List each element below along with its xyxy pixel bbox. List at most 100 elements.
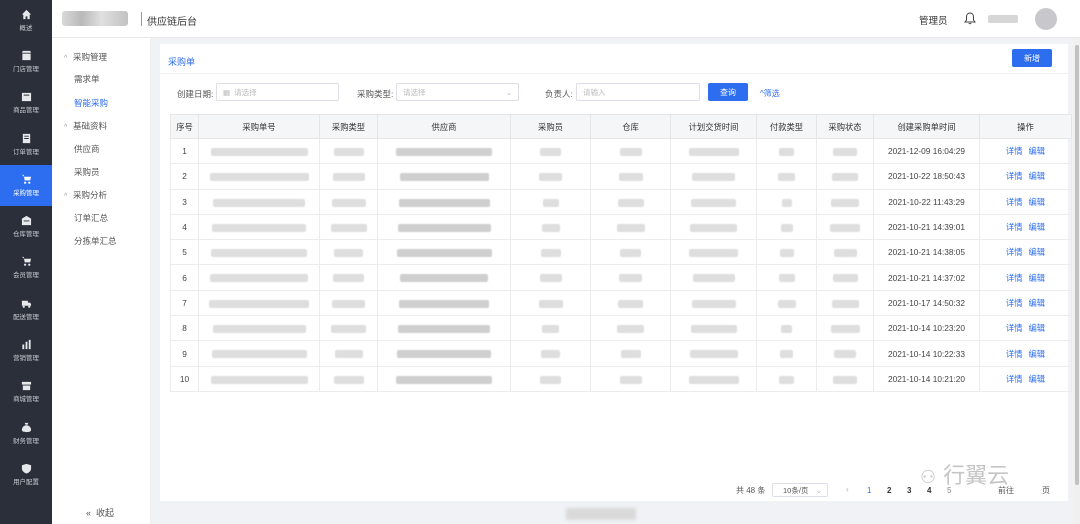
nav-item-6[interactable]: 会员管理 (0, 248, 52, 289)
redacted-cell (377, 289, 511, 317)
table-row[interactable]: 4 2021-10-21 14:39:01 详情 编辑 (170, 213, 1072, 241)
nav-item-4[interactable]: 采购管理 (0, 165, 52, 207)
nav-item-5[interactable]: 仓库管理 (0, 206, 52, 247)
redacted-cell (510, 213, 591, 241)
redacted-text (209, 299, 309, 308)
column-header: 创建采购单时间 (873, 114, 980, 139)
row-actions: 详情 编辑 (979, 239, 1072, 266)
nav-item-0[interactable]: 概述 (0, 0, 52, 41)
page-size-select[interactable]: 10条/页 ⌄ (772, 483, 828, 497)
submenu-item-order-summary[interactable]: 订单汇总 (74, 212, 108, 224)
scrollbar-thumb[interactable] (1075, 45, 1079, 485)
avatar[interactable] (1035, 8, 1057, 30)
redacted-cell (756, 264, 817, 291)
nav-item-7[interactable]: 配送管理 (0, 289, 52, 330)
row-actions: 详情 编辑 (979, 315, 1072, 342)
submenu-item-sorting-summary[interactable]: 分拣单汇总 (74, 235, 117, 247)
type-placeholder: 请选择 (403, 87, 426, 97)
nav-item-11[interactable]: 用户配置 (0, 454, 52, 495)
date-picker[interactable]: ▦ 请选择 (216, 83, 339, 101)
edit-link[interactable]: 编辑 (1029, 197, 1046, 207)
redacted-text (540, 249, 561, 258)
submenu-item-smart-purchase[interactable]: 智能采购 (74, 97, 108, 109)
detail-link[interactable]: 详情 (1006, 222, 1023, 232)
submenu-item-supplier[interactable]: 供应商 (74, 143, 100, 155)
purchase-order-card: 采购单 新增 创建日期: ▦ 请选择 采购类型: 请选择 ⌄ 负责人: 请输入 … (160, 44, 1072, 501)
redacted-text (689, 350, 738, 359)
submenu-item-demand[interactable]: 需求单 (74, 73, 100, 85)
redacted-text (211, 249, 307, 258)
redacted-text (539, 173, 562, 182)
column-header: 仓库 (590, 114, 671, 139)
truck-icon (21, 298, 32, 309)
redacted-cell (510, 239, 591, 266)
edit-link[interactable]: 编辑 (1029, 247, 1046, 257)
detail-link[interactable]: 详情 (1006, 247, 1023, 257)
username[interactable] (988, 15, 1018, 23)
edit-link[interactable]: 编辑 (1029, 171, 1046, 181)
page-3[interactable]: 3 (907, 486, 911, 495)
submenu-item-buyer[interactable]: 采购员 (74, 166, 100, 178)
redacted-cell (377, 315, 511, 342)
detail-link[interactable]: 详情 (1006, 171, 1023, 181)
edit-link[interactable]: 编辑 (1029, 222, 1046, 232)
edit-link[interactable]: 编辑 (1029, 273, 1046, 283)
table-row[interactable]: 2 2021-10-22 18:50:43 详情 编辑 (170, 163, 1072, 190)
detail-link[interactable]: 详情 (1006, 146, 1023, 156)
add-button[interactable]: 新增 (1012, 49, 1052, 67)
submenu-group-basic[interactable]: ^ 基础资料 (64, 120, 107, 132)
row-actions: 详情 编辑 (979, 365, 1072, 392)
row-actions: 详情 编辑 (979, 188, 1072, 215)
edit-link[interactable]: 编辑 (1029, 298, 1046, 308)
redacted-cell (670, 264, 757, 291)
edit-link[interactable]: 编辑 (1029, 374, 1046, 384)
nav-item-3[interactable]: 订单管理 (0, 124, 52, 165)
detail-link[interactable]: 详情 (1006, 298, 1023, 308)
detail-link[interactable]: 详情 (1006, 323, 1023, 333)
nav-item-label: 配送管理 (13, 313, 39, 321)
table-row[interactable]: 3 2021-10-22 11:43:29 详情 编辑 (170, 188, 1072, 215)
page-1[interactable]: 1 (867, 486, 871, 495)
submenu-group-analysis[interactable]: ^ 采购分析 (64, 189, 107, 201)
table-row[interactable]: 8 2021-10-14 10:23:20 详情 编辑 (170, 315, 1072, 342)
table-row[interactable]: 7 2021-10-17 14:50:32 详情 编辑 (170, 289, 1072, 317)
nav-item-8[interactable]: 营销管理 (0, 330, 52, 371)
footer-blur (566, 508, 636, 520)
table-row[interactable]: 6 2021-10-21 14:37:02 详情 编辑 (170, 264, 1072, 291)
owner-input[interactable]: 请输入 (576, 83, 700, 101)
table-row[interactable]: 10 2021-10-14 10:21:20 详情 编辑 (170, 365, 1072, 392)
query-button[interactable]: 查询 (708, 83, 748, 101)
redacted-cell (319, 163, 378, 190)
edit-link[interactable]: 编辑 (1029, 323, 1046, 333)
bell-icon[interactable] (964, 12, 976, 25)
row-number: 7 (170, 289, 199, 317)
redacted-cell (377, 188, 511, 215)
table-row[interactable]: 5 2021-10-21 14:38:05 详情 编辑 (170, 239, 1072, 266)
warehouse-icon (21, 215, 32, 226)
created-time: 2021-10-14 10:22:33 (873, 340, 980, 367)
detail-link[interactable]: 详情 (1006, 273, 1023, 283)
detail-link[interactable]: 详情 (1006, 374, 1023, 384)
nav-item-10[interactable]: 财务管理 (0, 413, 52, 454)
nav-item-9[interactable]: 商城管理 (0, 372, 52, 413)
admin-label[interactable]: 管理员 (919, 13, 948, 27)
collapse-button[interactable]: « 收起 (86, 506, 114, 519)
detail-link[interactable]: 详情 (1006, 349, 1023, 359)
table-row[interactable]: 1 2021-12-09 16:04:29 详情 编辑 (170, 137, 1072, 165)
edit-link[interactable]: 编辑 (1029, 349, 1046, 359)
edit-link[interactable]: 编辑 (1029, 146, 1046, 156)
prev-page-button[interactable]: ‹ (846, 485, 849, 494)
submenu-group-purchase[interactable]: ^ 采购管理 (64, 51, 107, 63)
page-2[interactable]: 2 (887, 486, 891, 495)
table-row[interactable]: 9 2021-10-14 10:22:33 详情 编辑 (170, 340, 1072, 367)
filter-toggle[interactable]: ^筛选 (760, 88, 780, 99)
created-time: 2021-10-14 10:21:20 (873, 365, 980, 392)
redacted-cell (377, 264, 511, 291)
detail-link[interactable]: 详情 (1006, 197, 1023, 207)
nav-item-label: 采购管理 (13, 190, 39, 197)
nav-item-1[interactable]: 门店管理 (0, 41, 52, 82)
type-select[interactable]: 请选择 ⌄ (396, 83, 519, 101)
double-chevron-left-icon: « (86, 508, 92, 518)
redacted-cell (510, 315, 591, 342)
nav-item-2[interactable]: 商品管理 (0, 83, 52, 124)
